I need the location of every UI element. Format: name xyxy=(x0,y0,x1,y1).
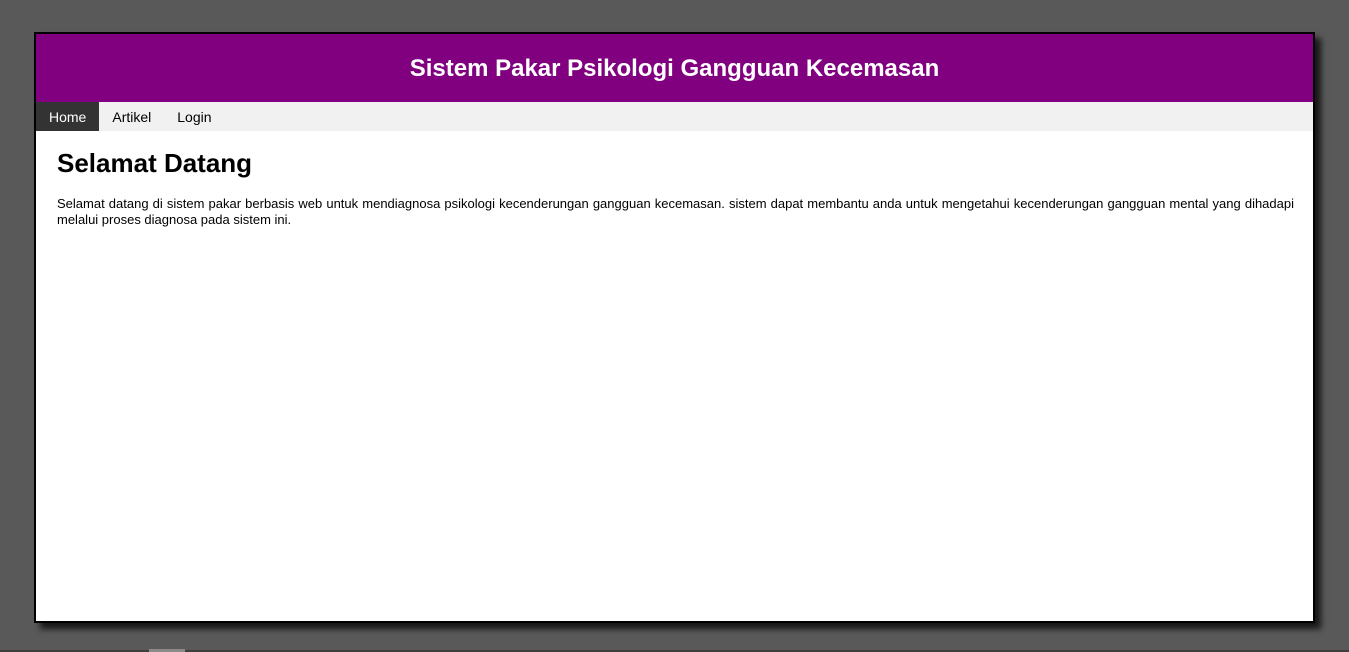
top-navigation: Home Artikel Login xyxy=(36,102,1313,131)
site-header: Sistem Pakar Psikologi Gangguan Kecemasa… xyxy=(36,34,1313,102)
page-container: Sistem Pakar Psikologi Gangguan Kecemasa… xyxy=(34,32,1315,623)
nav-item-home[interactable]: Home xyxy=(36,102,100,131)
welcome-heading: Selamat Datang xyxy=(57,148,253,178)
nav-item-login[interactable]: Login xyxy=(164,102,224,131)
site-title: Sistem Pakar Psikologi Gangguan Kecemasa… xyxy=(409,55,940,82)
main-content: Selamat Datang Selamat datang di sistem … xyxy=(36,131,1313,228)
nav-item-artikel[interactable]: Artikel xyxy=(99,102,164,131)
welcome-paragraph: Selamat datang di sistem pakar berbasis … xyxy=(57,196,1294,227)
